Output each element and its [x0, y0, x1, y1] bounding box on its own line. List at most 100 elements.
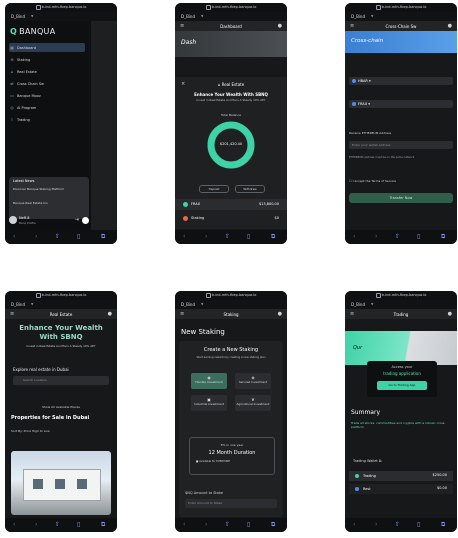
chevron-down-icon[interactable]: ▼	[201, 14, 203, 18]
profile-icon[interactable]: ●	[278, 311, 282, 317]
chevron-down-icon[interactable]: ▼	[31, 14, 33, 18]
forward-icon[interactable]: ›	[35, 233, 37, 241]
share-icon[interactable]: ⇧	[395, 521, 400, 529]
swap-icon: ⇄	[10, 81, 14, 86]
browser-url-bar[interactable]: b-ind-mth-fbep.banqua.io	[5, 291, 117, 300]
sidebar-item-dashboard[interactable]: ▦ Dashboard	[9, 43, 85, 52]
browser-url-bar[interactable]: b-ind-mth-fbep.banqua.io	[175, 291, 287, 300]
forward-icon[interactable]: ›	[375, 521, 377, 529]
chevron-down-icon[interactable]: ▼	[371, 14, 373, 18]
terms-checkbox[interactable]: ☐ I accept the Terms of Service	[349, 179, 453, 183]
bookmarks-icon[interactable]: ▯	[247, 233, 250, 241]
withdraw-button[interactable]: Withdraw	[235, 185, 265, 193]
bind-label[interactable]: D_Bind	[351, 302, 365, 307]
villa-window	[77, 479, 87, 489]
deposit-button[interactable]: Deposit	[199, 185, 229, 193]
robot-icon: ◎	[10, 105, 14, 110]
asset-row-frax[interactable]: FRAX $13,800.00	[175, 199, 287, 210]
bind-label[interactable]: D_Bind	[181, 14, 195, 19]
show-all-link[interactable]: Show All Available Places	[5, 405, 117, 409]
back-icon[interactable]: ‹	[353, 521, 355, 529]
chevron-down-icon: ▾	[367, 79, 371, 83]
forward-icon[interactable]: ›	[35, 521, 37, 529]
copy-icon[interactable]: ⧉	[378, 459, 382, 463]
tabs-icon[interactable]: ⧉	[271, 521, 275, 529]
profile-icon[interactable]: ●	[448, 23, 452, 29]
sidebar-item-banque[interactable]: ▭ Banque Moov	[9, 91, 85, 100]
bookmarks-icon[interactable]: ▯	[77, 233, 80, 241]
news-item[interactable]: Discover Banqua Staking Platform	[13, 187, 85, 191]
logout-icon[interactable]: ⇥	[75, 217, 79, 223]
sort-select[interactable]: Sort By: Price High to Low	[11, 429, 50, 433]
option-secured[interactable]: ◈ Secured Investment	[235, 373, 271, 389]
back-icon[interactable]: ‹	[183, 521, 185, 529]
amount-input[interactable]: Enter Amount to Stake	[185, 499, 277, 508]
to-token: FRAX	[358, 102, 368, 106]
transfer-button[interactable]: Transfer Now	[349, 193, 453, 203]
to-token-select[interactable]: FRAX ▾	[349, 100, 453, 108]
duration-card[interactable]: 8% in one year 12 Month Duration ■ Avail…	[189, 437, 275, 475]
sidebar-item-staking[interactable]: ≋ Staking	[9, 55, 85, 64]
option-agricultural[interactable]: ❦ Agricultural Investment	[235, 395, 271, 411]
forward-icon[interactable]: ›	[205, 233, 207, 241]
back-icon[interactable]: ‹	[183, 233, 185, 241]
share-icon[interactable]: ⇧	[395, 233, 400, 241]
trading-dot-icon	[355, 474, 359, 478]
tabs-icon[interactable]: ⧉	[271, 233, 275, 241]
back-icon[interactable]: ‹	[353, 233, 355, 241]
bind-label[interactable]: D_Bind	[181, 302, 195, 307]
bookmarks-icon[interactable]: ▯	[417, 233, 420, 241]
bind-label[interactable]: D_Bind	[11, 14, 25, 19]
theme-toggle[interactable]	[82, 217, 89, 224]
back-icon[interactable]: ‹	[13, 233, 15, 241]
bind-label[interactable]: D_Bind	[351, 14, 365, 19]
tabs-icon[interactable]: ⧉	[441, 233, 445, 241]
summary-text[interactable]: Trade all stocks, commodities and crypto…	[351, 421, 453, 429]
browser-url-bar[interactable]: b-ind-mth-fbep.banqua.io	[5, 3, 117, 12]
profile-icon[interactable]: ●	[448, 311, 452, 317]
go-to-trading-button[interactable]: Go to Trading App	[377, 381, 427, 390]
asset-row-staking[interactable]: Staking $0	[175, 213, 287, 224]
search-input[interactable]: Search Location	[13, 376, 109, 385]
bookmarks-icon[interactable]: ▯	[77, 521, 80, 529]
tabs-icon[interactable]: ⧉	[101, 521, 105, 529]
sidebar-item-trading[interactable]: ⌇ Trading	[9, 115, 85, 124]
share-icon[interactable]: ⇧	[55, 521, 60, 529]
chevron-down-icon[interactable]: ▼	[31, 302, 33, 306]
share-icon[interactable]: ⇧	[225, 521, 230, 529]
forward-icon[interactable]: ›	[205, 521, 207, 529]
from-token-select[interactable]: HBAR ▾	[349, 77, 453, 85]
apy-text: 8% in one year	[220, 443, 244, 447]
dimmed-content[interactable]	[91, 21, 117, 230]
wallet-row-trading[interactable]: Trading $250.00	[349, 471, 453, 481]
chevron-down-icon[interactable]: ▼	[201, 302, 203, 306]
user-profile[interactable]: NeR.8 Banq Profile ⇥	[9, 215, 89, 227]
news-item[interactable]: Banqua Real Estate Inv	[13, 201, 85, 205]
browser-url-bar[interactable]: b-ind-mth-fbep.banqua.io	[345, 3, 457, 12]
back-icon[interactable]: ‹	[13, 521, 15, 529]
share-icon[interactable]: ⇧	[225, 233, 230, 241]
forward-icon[interactable]: ›	[375, 233, 377, 241]
sidebar-item-cross-chain[interactable]: ⇄ Cross Chain Sw	[9, 79, 85, 88]
wallet-address-field[interactable]: Enter your wallet address	[349, 141, 453, 149]
bind-label[interactable]: D_Bind	[11, 302, 25, 307]
tabs-icon[interactable]: ⧉	[101, 233, 105, 241]
tabs-icon[interactable]: ⧉	[441, 521, 445, 529]
browser-url-bar[interactable]: b-ind-mth-fbep.banqua.io	[175, 3, 287, 12]
sidebar-item-ai-program[interactable]: ◎ AI Program	[9, 103, 85, 112]
bookmarks-icon[interactable]: ▯	[417, 521, 420, 529]
chevron-down-icon[interactable]: ▼	[371, 302, 373, 306]
profile-icon[interactable]: ●	[108, 311, 112, 317]
profile-icon[interactable]: ●	[278, 23, 282, 29]
page-title: Staking	[223, 312, 239, 317]
share-icon[interactable]: ⇧	[55, 233, 60, 241]
option-industrial[interactable]: ▣ Industrial Investment	[191, 395, 227, 411]
option-flexible[interactable]: ◉ Flexible Investment	[191, 373, 227, 389]
bookmarks-icon[interactable]: ▯	[247, 521, 250, 529]
wallet-row-rest[interactable]: Rest $0.00	[349, 484, 453, 494]
lock-icon	[35, 4, 41, 10]
sidebar-item-real-estate[interactable]: ⌂ Real Estate	[9, 67, 85, 76]
browser-url-bar[interactable]: b-ind-mth-fbep.banqua.io	[345, 291, 457, 300]
property-image[interactable]	[11, 451, 111, 515]
page-topbar: ≡ Trading ●	[345, 309, 457, 319]
